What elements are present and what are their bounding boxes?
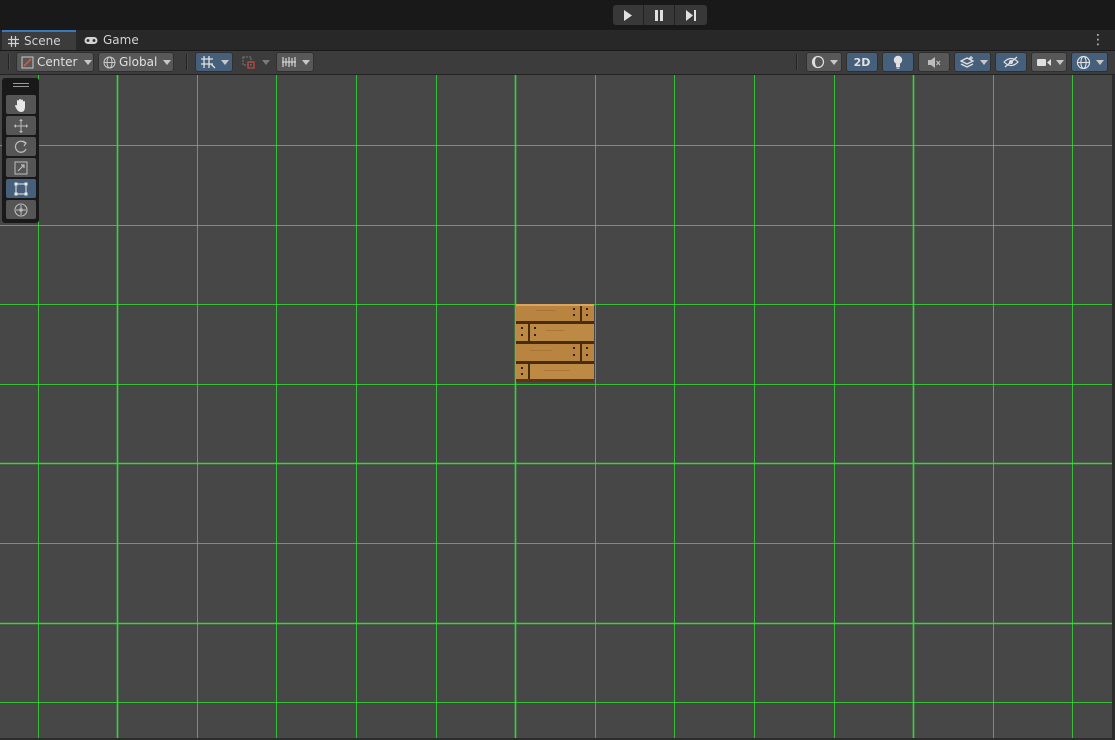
grid-snap-icon — [200, 55, 216, 69]
lightbulb-icon — [892, 55, 904, 69]
rotate-tool-button[interactable] — [6, 137, 36, 156]
gizmo-globe-icon — [1076, 55, 1091, 70]
hand-tool-button[interactable] — [6, 95, 36, 114]
scene-viewport[interactable] — [0, 75, 1112, 738]
tab-game-label: Game — [103, 33, 139, 47]
scene-visibility-toggle[interactable] — [995, 52, 1027, 72]
pivot-icon — [21, 56, 34, 69]
step-icon — [686, 9, 696, 21]
gizmos-dropdown[interactable] — [1071, 52, 1108, 72]
pivot-mode-label: Center — [37, 55, 78, 69]
transform-icon — [13, 202, 29, 218]
layers-effects-icon — [960, 55, 975, 69]
pivot-space-dropdown[interactable]: Global — [98, 52, 174, 72]
toolbar-grip — [8, 54, 10, 70]
scene-grid — [0, 75, 1112, 738]
scale-icon — [13, 160, 29, 176]
scale-tool-button[interactable] — [6, 158, 36, 177]
tools-overlay — [2, 78, 39, 223]
ruler-icon — [281, 55, 297, 69]
snap-increment-icon — [241, 55, 257, 69]
tab-scene[interactable]: Scene — [2, 30, 76, 50]
scene-toolbar: Center Global 2D — [0, 51, 1115, 75]
wooden-crate-sprite[interactable] — [516, 304, 594, 382]
pivot-space-label: Global — [119, 55, 158, 69]
audio-toggle[interactable] — [918, 52, 950, 72]
chevron-down-icon — [1056, 59, 1064, 65]
effects-dropdown[interactable] — [954, 52, 991, 72]
pause-icon — [655, 9, 663, 21]
move-tool-button[interactable] — [6, 116, 36, 135]
chevron-down-icon — [830, 59, 838, 65]
play-controls — [613, 5, 707, 25]
step-button[interactable] — [675, 5, 707, 25]
tab-game[interactable]: Game — [84, 30, 144, 50]
transform-tool-button[interactable] — [6, 200, 36, 219]
toggle-2d-label: 2D — [853, 55, 871, 69]
chevron-down-icon — [1096, 59, 1104, 65]
tab-bar: Scene Game ⋮ — [0, 30, 1115, 51]
audio-muted-icon — [927, 56, 941, 69]
play-icon — [624, 9, 632, 21]
overlay-drag-handle[interactable] — [13, 83, 29, 89]
grid-icon — [8, 35, 19, 47]
chevron-down-icon — [302, 59, 310, 65]
pivot-mode-dropdown[interactable]: Center — [16, 52, 94, 72]
toggle-2d-button[interactable]: 2D — [846, 52, 878, 72]
eye-hidden-icon — [1003, 56, 1019, 68]
toolbar-separator — [186, 54, 188, 70]
globe-icon — [103, 56, 116, 69]
chevron-down-icon — [262, 59, 270, 65]
chevron-down-icon — [163, 59, 172, 65]
hand-icon — [13, 97, 29, 113]
gamepad-icon — [84, 36, 98, 45]
more-options-icon[interactable]: ⋮ — [1091, 33, 1105, 47]
shading-sphere-icon — [811, 55, 825, 69]
rect-tool-button[interactable] — [6, 179, 36, 198]
pause-button[interactable] — [644, 5, 675, 25]
chevron-down-icon — [221, 59, 229, 65]
grid-snapping-toggle[interactable] — [195, 52, 233, 72]
chevron-down-icon — [980, 59, 988, 65]
play-button[interactable] — [613, 5, 644, 25]
toolbar-separator — [796, 54, 798, 70]
move-arrows-icon — [13, 118, 29, 134]
camera-dropdown[interactable] — [1031, 52, 1067, 72]
lighting-toggle[interactable] — [882, 52, 914, 72]
rotate-icon — [13, 139, 29, 155]
top-bar — [0, 0, 1115, 30]
camera-icon — [1036, 57, 1052, 68]
tab-scene-label: Scene — [24, 34, 61, 48]
chevron-down-icon — [84, 59, 93, 65]
increment-snap-toggle[interactable] — [236, 52, 274, 72]
ruler-snap-dropdown[interactable] — [276, 52, 314, 72]
shading-mode-dropdown[interactable] — [806, 52, 842, 72]
rect-transform-icon — [13, 181, 29, 197]
